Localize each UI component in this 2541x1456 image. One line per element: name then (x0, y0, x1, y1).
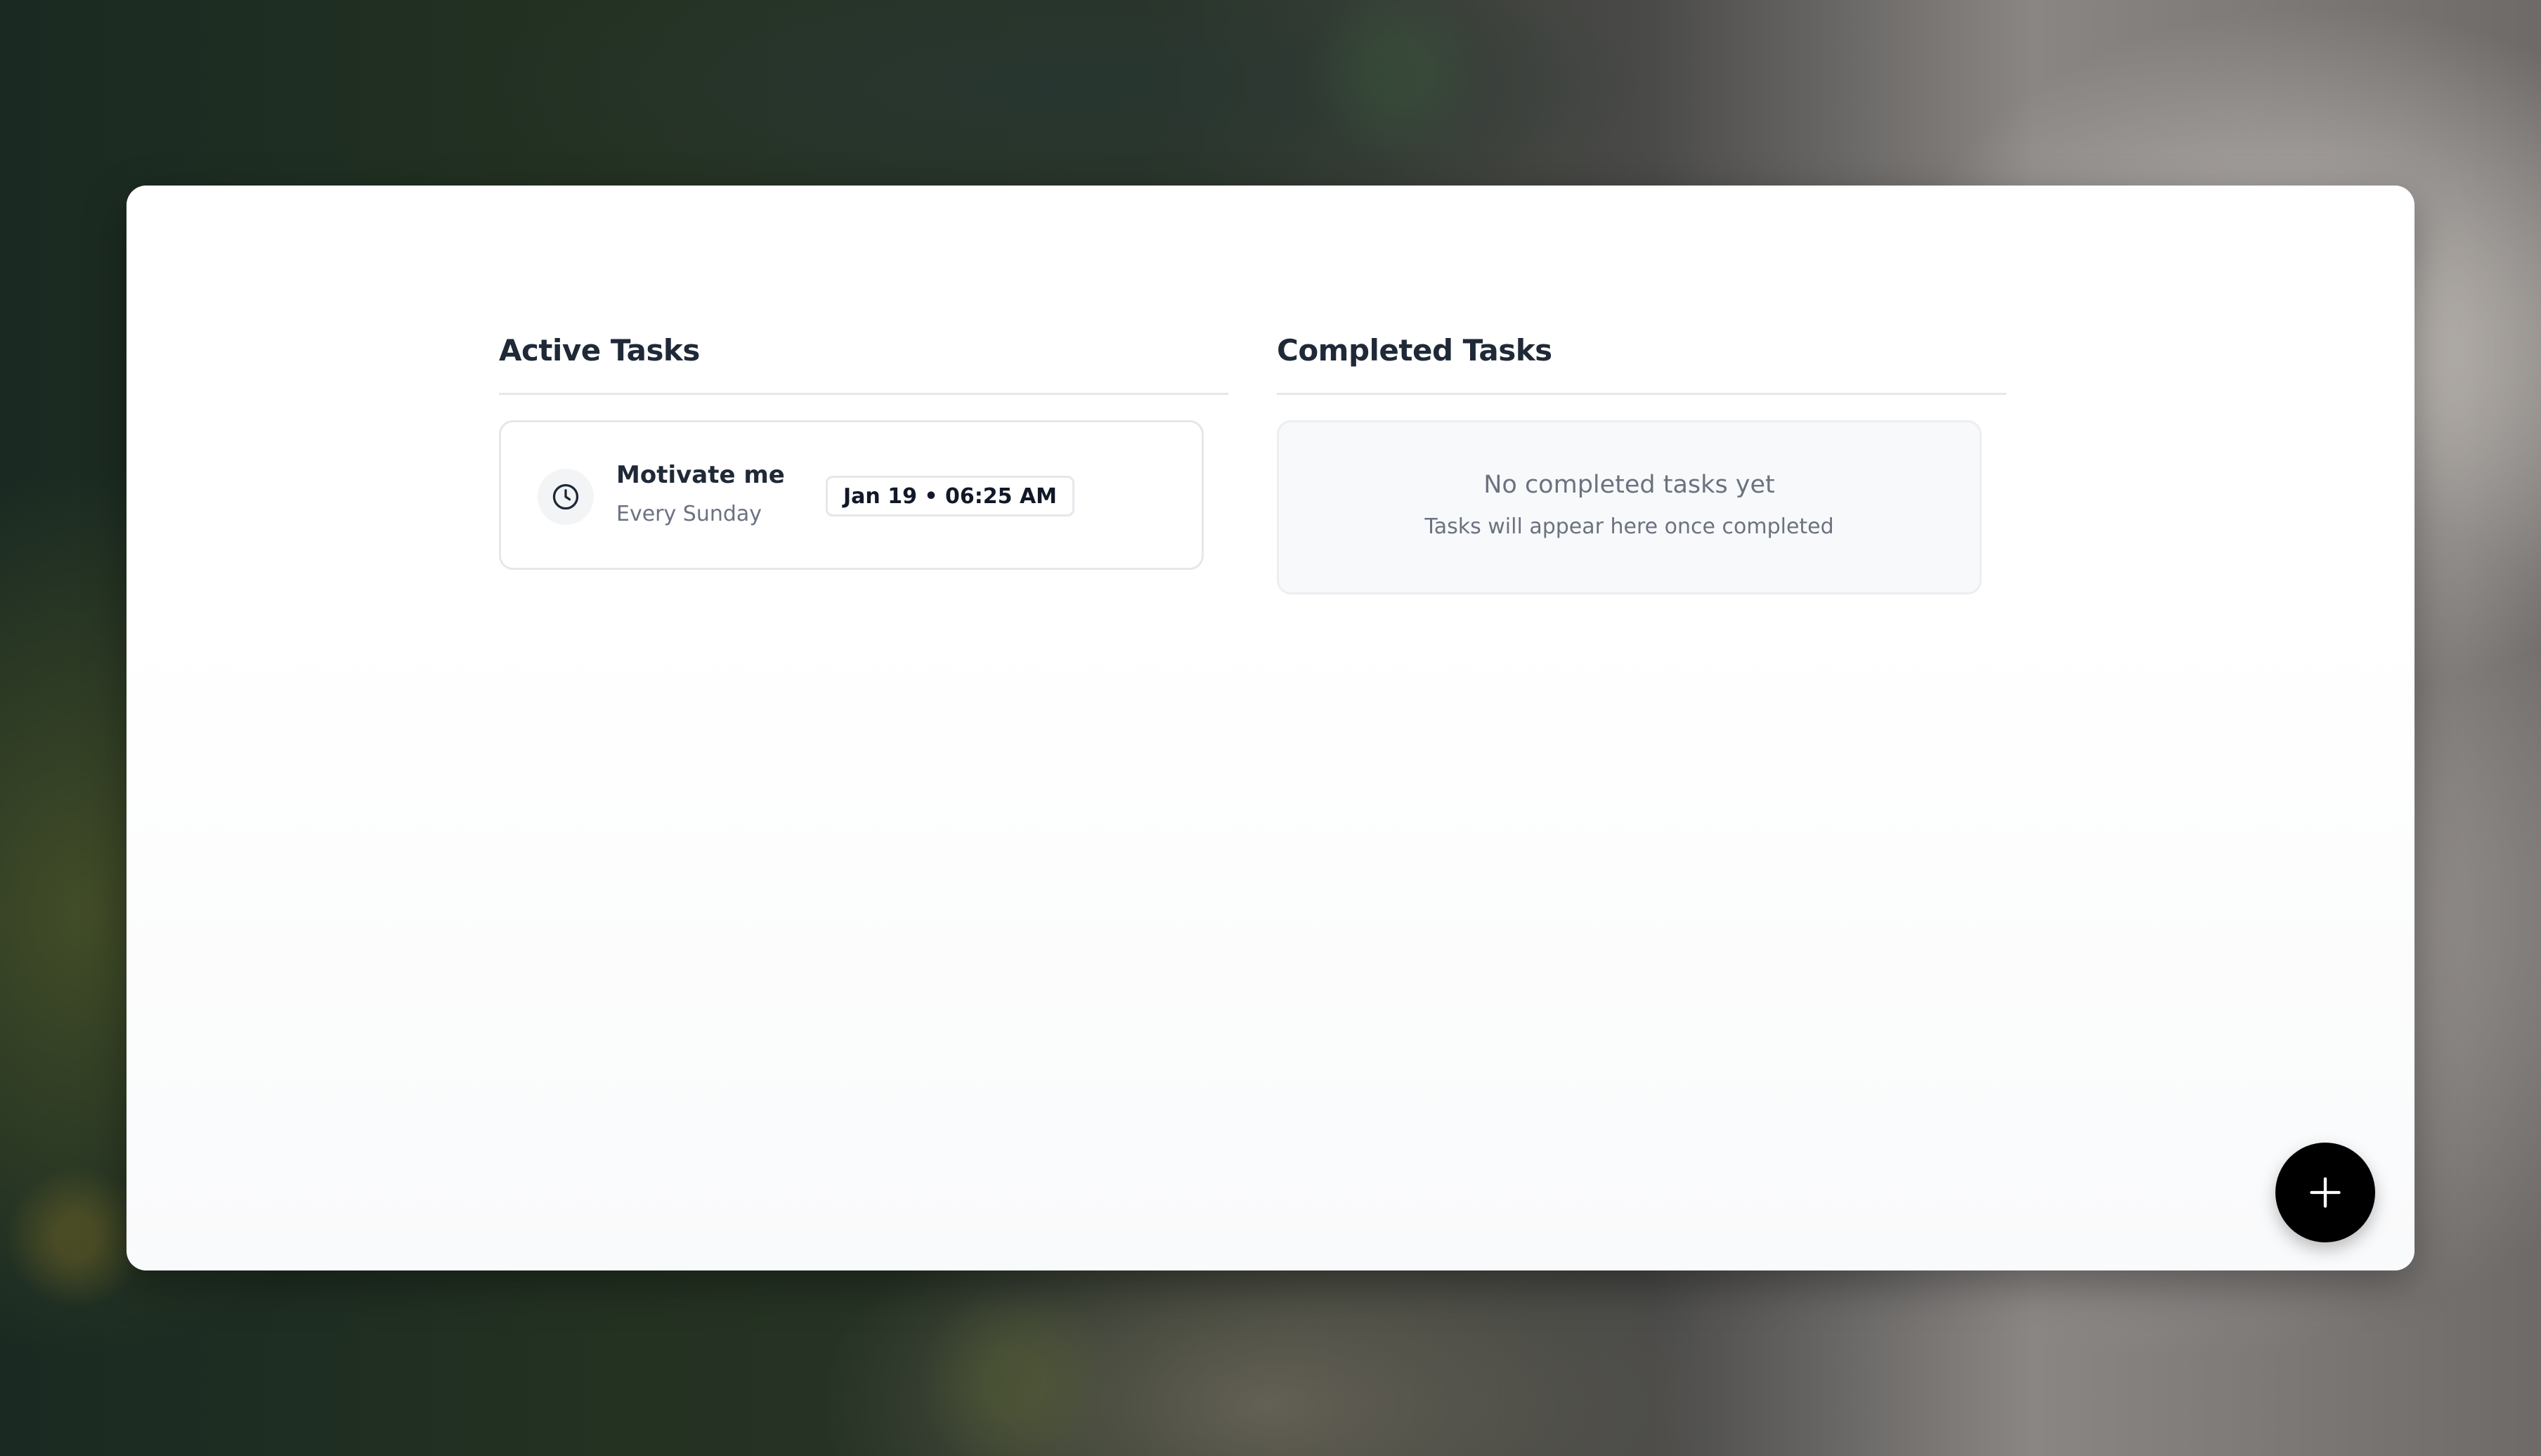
tasks-panel: Active Tasks Motivate me Every Sunday Ja… (126, 186, 2415, 1270)
empty-state-title: No completed tasks yet (1483, 471, 1775, 499)
plus-icon (2310, 1177, 2341, 1208)
add-task-button[interactable] (2275, 1143, 2375, 1242)
completed-tasks-header: Completed Tasks (1277, 323, 2006, 395)
active-tasks-title: Active Tasks (499, 333, 700, 368)
clock-icon (538, 469, 594, 525)
task-title: Motivate me (616, 461, 785, 489)
completed-tasks-title: Completed Tasks (1277, 333, 1552, 368)
active-tasks-column: Active Tasks Motivate me Every Sunday Ja… (499, 323, 1228, 570)
active-tasks-header: Active Tasks (499, 323, 1228, 395)
task-schedule: Every Sunday (616, 502, 762, 526)
empty-state-subtitle: Tasks will appear here once completed (1424, 514, 1834, 539)
completed-empty-state: No completed tasks yet Tasks will appear… (1277, 420, 1982, 594)
task-card[interactable]: Motivate me Every Sunday Jan 19 • 06:25 … (499, 420, 1204, 570)
task-due-badge: Jan 19 • 06:25 AM (826, 476, 1075, 516)
completed-tasks-column: Completed Tasks No completed tasks yet T… (1277, 323, 2006, 594)
